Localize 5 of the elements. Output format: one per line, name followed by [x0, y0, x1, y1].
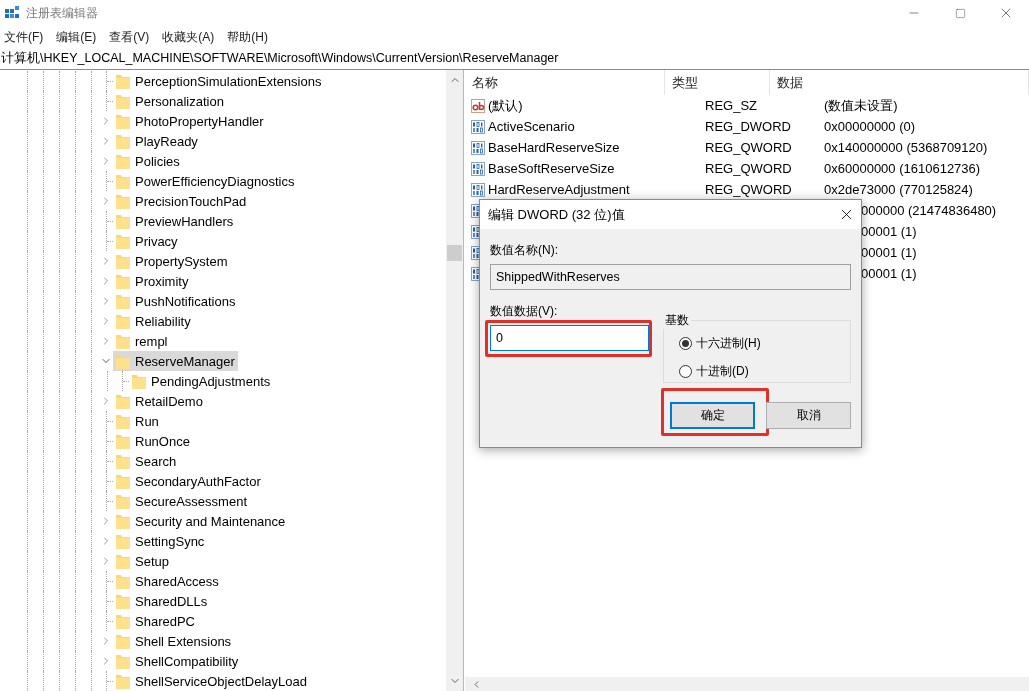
field-label: 数值数据(V): — [490, 304, 559, 318]
field-label: 数值名称(N): — [490, 243, 559, 257]
group-label: 基数 — [664, 312, 690, 329]
window-title: 注册表编辑器 — [26, 4, 98, 22]
dialog-title: 编辑 DWORD (32 位)值 — [488, 205, 625, 224]
